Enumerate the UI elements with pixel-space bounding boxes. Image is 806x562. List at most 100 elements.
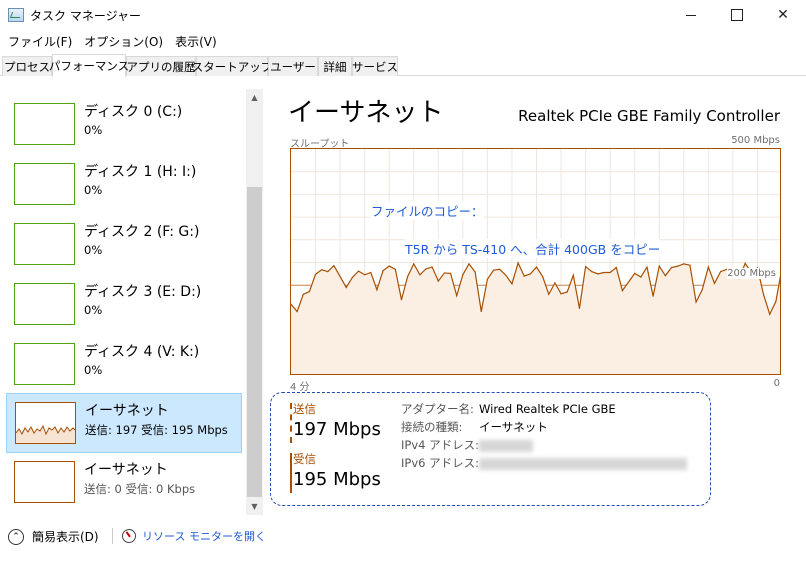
throughput-point [689,264,691,266]
resource-value: 0% [84,183,103,197]
menu-view[interactable]: 表示(V) [169,33,223,50]
info-panel: 送信 197 Mbps 受信 195 Mbps アダプター名: Wired Rea… [270,392,711,506]
tab-users[interactable]: ユーザー [268,56,318,76]
minimize-button[interactable] [668,0,714,30]
menu-bar: ファイル(F) オプション(O) 表示(V) [0,30,806,52]
throughput-point [769,313,771,315]
ethernet-thumbnail [15,402,76,444]
send-stat: 送信 197 Mbps [290,401,393,443]
connection-type-row: 接続の種類: イーサネット [401,419,548,435]
annotation-line-2: T5R から TS-410 へ、合計 400GB をコピー [405,239,661,258]
ipv4-row: IPv4 アドレス: [401,437,533,453]
throughput-point [560,293,562,295]
receive-value: 195 Mbps [293,469,381,490]
menu-file[interactable]: ファイル(F) [2,33,78,50]
resource-item-disk1[interactable]: ディスク 1 (H: I:) 0% [6,155,242,215]
disk-thumbnail [14,163,75,205]
throughput-point [603,271,605,274]
throughput-point [713,282,716,284]
close-button[interactable]: ✕ [760,0,806,30]
tab-startup[interactable]: スタートアップ [192,56,272,76]
bottom-bar: ⌃ 簡易表示(D) リソース モニターを開く [0,518,806,562]
throughput-point [542,275,544,278]
y-max-label: 500 Mbps [731,135,780,146]
tab-app-history[interactable]: アプリの履歴 [126,56,196,76]
fewer-details-label: 簡易表示(D) [32,530,99,544]
mid-line-label: 200 Mbps [727,268,776,279]
throughput-point [327,270,329,273]
throughput-point [591,270,593,273]
connection-type-key: 接続の種類: [401,420,463,434]
resource-item-disk4[interactable]: ディスク 4 (V: K:) 0% [6,335,242,395]
throughput-graph-svg [291,149,780,374]
resource-name: ディスク 3 (E: D:) [84,284,202,300]
resource-list-scrollbar[interactable]: ▲ ▼ [246,89,263,515]
throughput-point [364,274,366,276]
receive-indicator [290,453,292,493]
throughput-point [627,281,630,283]
throughput-point [664,275,666,277]
throughput-point [720,270,722,273]
maximize-button[interactable] [714,0,760,30]
open-resource-monitor-label: リソース モニターを開く [142,530,266,543]
adapter-name-row: アダプター名: Wired Realtek PCIe GBE [401,401,616,417]
throughput-point [407,275,409,278]
ipv4-key: IPv4 アドレス: [401,438,479,452]
tab-performance[interactable]: パフォーマンス [49,54,129,77]
scroll-thumb[interactable] [247,187,262,497]
throughput-point [762,294,765,296]
throughput-point [548,293,550,295]
throughput-point [333,265,335,267]
menu-options[interactable]: オプション(O) [78,33,169,50]
resource-name: ディスク 2 (F: G:) [84,224,200,240]
throughput-point [695,301,697,303]
throughput-point [775,300,777,303]
tab-details[interactable]: 詳細 [318,56,352,76]
fewer-details-button[interactable]: ⌃ 簡易表示(D) [8,528,99,545]
resource-name: ディスク 4 (V: K:) [84,344,200,360]
throughput-point [505,274,507,276]
resource-value: 送信: 0 受信: 0 Kbps [84,482,196,496]
scroll-down-arrow-icon[interactable]: ▼ [246,498,263,515]
window-title: タスク マネージャー [30,8,141,23]
tab-processes[interactable]: プロセス [2,56,52,76]
disk-thumbnail [14,343,75,385]
throughput-point [597,273,599,275]
receive-stat: 受信 195 Mbps [290,451,393,493]
tab-services[interactable]: サービス [352,56,398,76]
throughput-point [425,268,427,270]
resource-item-disk3[interactable]: ディスク 3 (E: D:) 0% [6,275,242,335]
disk-thumbnail [14,283,75,325]
throughput-point [658,265,660,267]
resource-value: 送信: 197 受信: 195 Mbps [85,423,228,437]
throughput-point [652,295,654,297]
resource-name: イーサネット [84,462,168,478]
ipv6-value-redacted [479,457,687,470]
divider [112,528,113,544]
throughput-point [621,290,624,292]
resource-item-ethernet-2[interactable]: イーサネット 送信: 0 受信: 0 Kbps [6,453,242,513]
ipv6-row: IPv6 アドレス: [401,455,687,471]
throughput-point [511,283,513,285]
throughput-point [554,282,556,284]
resource-item-disk0[interactable]: ディスク 0 (C:) 0% [6,95,242,155]
resource-item-ethernet-1[interactable]: イーサネット 送信: 197 受信: 195 Mbps [6,393,242,453]
throughput-point [376,289,378,291]
throughput-graph: ファイルのコピー： T5R から TS-410 へ、合計 400GB をコピー … [290,148,781,375]
open-resource-monitor-link[interactable]: リソース モニターを開く [122,528,266,544]
resource-item-disk2[interactable]: ディスク 2 (F: G:) 0% [6,215,242,275]
throughput-point [388,265,390,267]
scroll-up-arrow-icon[interactable]: ▲ [246,89,263,106]
throughput-point [456,295,458,297]
resource-name: ディスク 0 (C:) [84,104,183,120]
throughput-point [321,269,323,271]
adapter-name-key: アダプター名: [401,402,474,416]
resource-monitor-icon [122,529,136,543]
throughput-point [413,263,415,265]
throughput-point [419,274,421,276]
throughput-point [634,272,636,274]
throughput-point [400,299,403,301]
throughput-point [701,289,703,291]
x-right-label: 0 [773,378,780,389]
send-label: 送信 [293,402,316,416]
